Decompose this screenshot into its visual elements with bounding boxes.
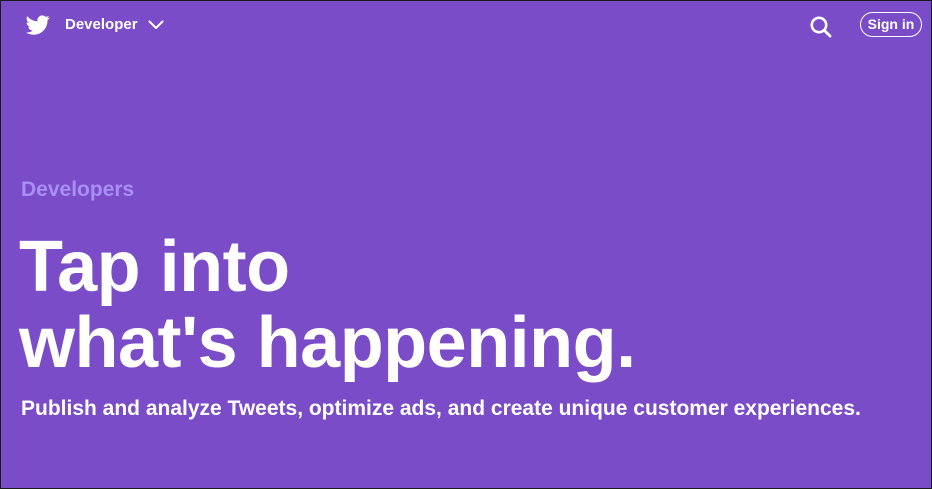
twitter-bird-icon[interactable] [26, 13, 50, 37]
hero-description: Publish and analyze Tweets, optimize ads… [21, 397, 861, 420]
search-icon[interactable] [808, 14, 834, 40]
developer-menu-trigger[interactable]: Developer [26, 13, 165, 37]
top-navigation-bar: Developer Sign in [1, 1, 931, 51]
hero-headline-line-1: Tap into [19, 227, 290, 307]
hero-eyebrow: Developers [21, 178, 135, 201]
brand-label[interactable]: Developer [65, 13, 138, 37]
hero-headline: Tap into what's happening. [19, 229, 636, 381]
sign-in-button[interactable]: Sign in [860, 12, 922, 37]
hero-headline-line-2: what's happening. [19, 303, 636, 383]
developer-homepage: Developer Sign in Developers Tap into wh… [0, 0, 932, 489]
chevron-down-icon[interactable] [147, 16, 165, 34]
